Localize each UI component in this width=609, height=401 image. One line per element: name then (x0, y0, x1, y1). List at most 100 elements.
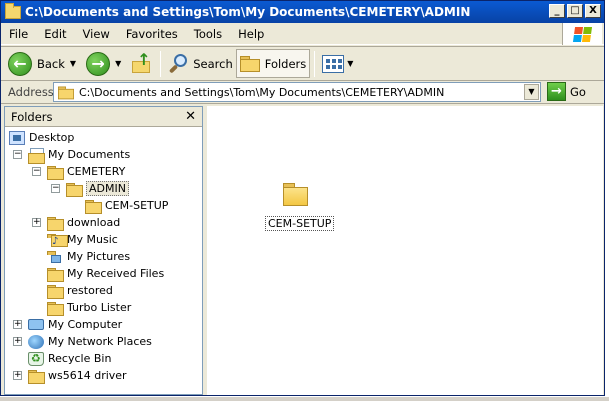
tree-item-label: ws5614 driver (48, 369, 127, 382)
forward-button[interactable]: → ▼ (83, 49, 128, 78)
folder-icon (58, 86, 74, 99)
tree-item-my-music[interactable]: My Music (47, 231, 118, 248)
collapse-icon[interactable]: − (51, 184, 60, 193)
maximize-button[interactable]: □ (567, 4, 583, 18)
expand-icon[interactable]: + (32, 218, 41, 227)
folder-icon[interactable] (282, 182, 308, 206)
tree-item-label: My Pictures (67, 250, 131, 263)
back-button[interactable]: ← Back ▼ (5, 49, 83, 78)
menu-favorites[interactable]: Favorites (118, 27, 186, 41)
folder-icon (47, 301, 64, 316)
chevron-down-icon[interactable]: ▼ (347, 59, 353, 68)
explorer-window: C:\Documents and Settings\Tom\My Documen… (0, 0, 605, 396)
go-label: Go (570, 84, 586, 99)
tree-item-label: download (67, 216, 121, 229)
forward-arrow-icon: → (86, 51, 111, 76)
back-arrow-icon: ← (8, 51, 32, 76)
window-controls: _ □ X (549, 4, 601, 18)
desktop-icon (9, 130, 25, 145)
tree-item-cemetery[interactable]: CEMETERY (47, 163, 125, 180)
chevron-down-icon[interactable]: ▼ (115, 59, 121, 68)
address-label: Address (8, 85, 54, 99)
music-folder-icon (47, 233, 68, 247)
menu-bar: File Edit View Favorites Tools Help (1, 23, 604, 45)
folder-icon (47, 165, 64, 180)
window-title: C:\Documents and Settings\Tom\My Documen… (25, 5, 471, 19)
tree-item-label: restored (67, 284, 113, 297)
tree-item-admin[interactable]: ADMIN (66, 180, 129, 197)
folder-icon (28, 369, 45, 384)
folders-pane-title: Folders (11, 109, 53, 124)
recycle-bin-icon (28, 351, 44, 366)
tree-item-label: My Received Files (67, 267, 165, 280)
computer-icon (28, 319, 44, 330)
expand-icon[interactable]: + (13, 371, 22, 380)
folder-open-icon (66, 182, 83, 197)
tree-item-label: Desktop (29, 131, 75, 144)
folder-icon (239, 56, 260, 72)
minimize-button[interactable]: _ (549, 4, 565, 18)
windows-logo-icon (562, 23, 602, 45)
tree-item-cem-setup[interactable]: CEM-SETUP (85, 197, 168, 214)
folders-label: Folders (264, 56, 307, 71)
tree-item-label: Turbo Lister (67, 301, 132, 314)
documents-icon (28, 147, 45, 164)
address-input[interactable]: C:\Documents and Settings\Tom\My Documen… (53, 82, 541, 102)
tree-item-desktop[interactable]: Desktop (9, 129, 74, 146)
folders-pane-header: Folders ✕ (5, 107, 202, 127)
tree-item-restored[interactable]: restored (47, 282, 113, 299)
tree-item-my-computer[interactable]: My Computer (28, 316, 122, 333)
tree-item-my-documents[interactable]: My Documents (28, 146, 131, 164)
tree-item-download[interactable]: download (47, 214, 120, 231)
tree-item-label: Recycle Bin (48, 352, 112, 365)
toolbar-separator (160, 50, 162, 77)
tree-item-label: CEMETERY (67, 165, 126, 178)
collapse-icon[interactable]: − (13, 150, 22, 159)
search-label: Search (193, 56, 233, 71)
title-bar[interactable]: C:\Documents and Settings\Tom\My Documen… (1, 1, 604, 23)
tree-item-recycle-bin[interactable]: Recycle Bin (28, 350, 111, 367)
address-value: C:\Documents and Settings\Tom\My Documen… (79, 85, 445, 99)
menu-edit[interactable]: Edit (36, 27, 74, 41)
expand-icon[interactable]: + (13, 337, 22, 346)
up-button[interactable]: ↑ (128, 49, 156, 78)
menu-help[interactable]: Help (230, 27, 272, 41)
close-button[interactable]: X (585, 4, 601, 18)
folder-icon (47, 216, 64, 231)
folder-up-icon: ↑ (131, 51, 153, 75)
file-list-pane[interactable]: CEM-SETUP (207, 106, 603, 395)
tree-item-label: My Documents (48, 148, 131, 161)
toolbar: ← Back ▼ → ▼ ↑ Search Folders ▼ (1, 46, 604, 81)
toolbar-separator (314, 50, 316, 77)
pictures-folder-icon (47, 250, 63, 264)
tree-item-label: My Music (67, 233, 118, 246)
go-button[interactable]: → Go (547, 82, 586, 101)
menu-file[interactable]: File (1, 27, 36, 41)
tree-item-turbo-lister[interactable]: Turbo Lister (47, 299, 131, 316)
menu-view[interactable]: View (75, 27, 118, 41)
close-icon[interactable]: ✕ (185, 109, 196, 124)
tree-item-my-network-places[interactable]: My Network Places (28, 333, 152, 350)
file-item-label[interactable]: CEM-SETUP (265, 216, 335, 231)
folders-button[interactable]: Folders (235, 49, 311, 78)
back-label: Back (37, 56, 65, 71)
network-icon (28, 334, 44, 349)
folder-icon (5, 2, 21, 19)
search-button[interactable]: Search (165, 49, 236, 78)
tree-item-label: ADMIN (86, 181, 129, 196)
tree-item-label: My Network Places (48, 335, 152, 348)
tree-item-my-received-files[interactable]: My Received Files (47, 265, 164, 282)
go-arrow-icon: → (547, 82, 566, 101)
views-icon (322, 54, 345, 73)
menu-tools[interactable]: Tools (186, 27, 230, 41)
address-bar: Address C:\Documents and Settings\Tom\My… (1, 81, 604, 104)
tree-item-ws5614-driver[interactable]: ws5614 driver (28, 367, 127, 384)
chevron-down-icon[interactable]: ▼ (70, 59, 76, 68)
folder-icon (47, 267, 64, 282)
expand-icon[interactable]: + (13, 320, 22, 329)
address-dropdown-button[interactable]: ▼ (524, 84, 539, 100)
tree-item-my-pictures[interactable]: My Pictures (47, 248, 130, 265)
collapse-icon[interactable]: − (32, 167, 41, 176)
search-icon (168, 53, 190, 75)
views-button[interactable]: ▼ (319, 49, 360, 78)
